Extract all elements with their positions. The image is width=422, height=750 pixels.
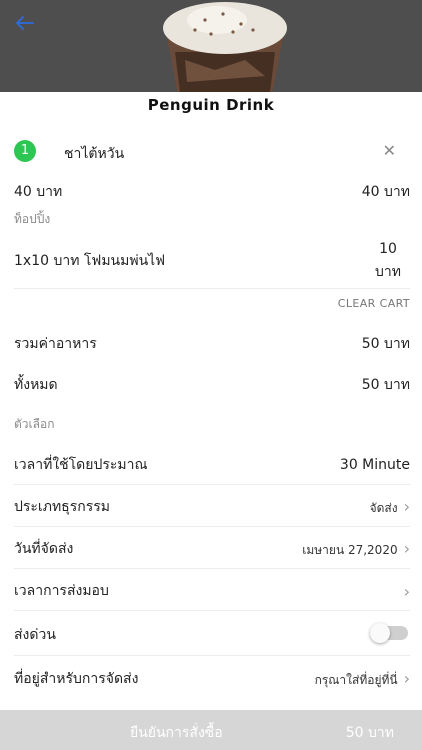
clear-cart-row: CLEAR CART: [14, 297, 410, 310]
back-arrow-glyph: [16, 16, 34, 30]
grand-total-value: 50 บาท: [361, 377, 410, 393]
transaction-type-value: จัดส่ง: [369, 500, 398, 515]
grand-total-label: ทั้งหมด: [14, 377, 58, 393]
item-name: ชาไต้หวัน: [64, 146, 125, 162]
topping-line: 1x10 บาท โฟมนมพ่นไฟ: [14, 253, 166, 269]
transaction-type-label: ประเภทธุรกรรม: [14, 499, 110, 515]
back-arrow-icon[interactable]: [10, 12, 38, 40]
divider: [14, 568, 410, 569]
delivery-date-value: เมษายน 27,2020: [302, 542, 398, 557]
delivery-address-value: กรุณาใส่ที่อยู่ที่นี่: [314, 672, 398, 687]
divider: [14, 526, 410, 527]
eta-value: 30 Minute: [339, 457, 410, 473]
express-row: ส่งด่วน: [14, 624, 352, 646]
topping-category-label: ท็อปปิ้ง: [14, 212, 51, 226]
delivery-date-value-wrap: เมษายน 27,2020 ›: [302, 539, 410, 560]
confirm-order-total: 50 บาท: [345, 725, 394, 741]
quantity-badge: 1: [14, 140, 36, 162]
confirm-order-label: ยืนยันการสั่งซื้อ: [130, 725, 223, 741]
express-toggle[interactable]: [370, 623, 408, 643]
eta-label: เวลาที่ใช้โดยประมาณ: [14, 457, 148, 473]
topping-price: 10 บาท: [368, 238, 408, 284]
delivery-date-label: วันที่จัดส่ง: [14, 541, 74, 557]
chevron-right-icon: ›: [403, 581, 410, 601]
transaction-type-value-wrap: จัดส่ง ›: [370, 497, 410, 518]
delivery-address-label: ที่อยู่สำหรับการจัดส่ง: [14, 671, 139, 687]
grand-total-row: ทั้งหมด 50 บาท: [14, 374, 410, 396]
chevron-right-icon: ›: [403, 496, 410, 516]
food-total-row: รวมค่าอาหาร 50 บาท: [14, 333, 410, 355]
page-title: Penguin Drink: [147, 96, 275, 114]
topping-price-amount: 10: [379, 241, 397, 257]
food-total-label: รวมค่าอาหาร: [14, 336, 97, 352]
item-price-right: 40 บาท: [361, 184, 410, 200]
food-total-value: 50 บาท: [361, 336, 410, 352]
divider: [14, 655, 410, 656]
confirm-order-button[interactable]: ยืนยันการสั่งซื้อ 50 บาท: [0, 710, 422, 750]
quantity-badge-wrap: 1: [14, 140, 38, 162]
delivery-address-row[interactable]: ที่อยู่สำหรับการจัดส่ง กรุณาใส่ที่อยู่ที…: [14, 668, 410, 690]
item-price-left: 40 บาท: [14, 184, 63, 200]
options-section-label: ตัวเลือก: [14, 417, 55, 431]
toggle-knob: [370, 623, 390, 643]
divider: [14, 610, 410, 611]
delivery-time-label: เวลาการส่งมอบ: [14, 583, 109, 599]
express-label: ส่งด่วน: [14, 627, 56, 643]
delivery-time-row[interactable]: เวลาการส่งมอบ ›: [14, 580, 410, 602]
topping-category-row: ท็อปปิ้ง: [14, 210, 410, 229]
topping-price-unit: บาท: [375, 264, 401, 280]
delivery-date-row[interactable]: วันที่จัดส่ง เมษายน 27,2020 ›: [14, 538, 410, 560]
chevron-right-icon: ›: [403, 668, 410, 688]
options-section-header: ตัวเลือก: [14, 415, 410, 434]
divider: [14, 288, 410, 289]
eta-row: เวลาที่ใช้โดยประมาณ 30 Minute: [14, 454, 410, 476]
drink-cup-image: [163, 2, 287, 92]
product-hero-image: [0, 0, 422, 92]
close-icon[interactable]: ✕: [383, 141, 396, 160]
chevron-right-icon: ›: [403, 538, 410, 558]
divider: [14, 484, 410, 485]
clear-cart-button[interactable]: CLEAR CART: [338, 297, 410, 310]
topping-row: 1x10 บาท โฟมนมพ่นไฟ 10 บาท: [14, 238, 410, 284]
delivery-address-value-wrap: กรุณาใส่ที่อยู่ที่นี่ ›: [315, 669, 410, 690]
transaction-type-row[interactable]: ประเภทธุรกรรม จัดส่ง ›: [14, 496, 410, 518]
item-price-row: 40 บาท 40 บาท: [14, 181, 410, 203]
